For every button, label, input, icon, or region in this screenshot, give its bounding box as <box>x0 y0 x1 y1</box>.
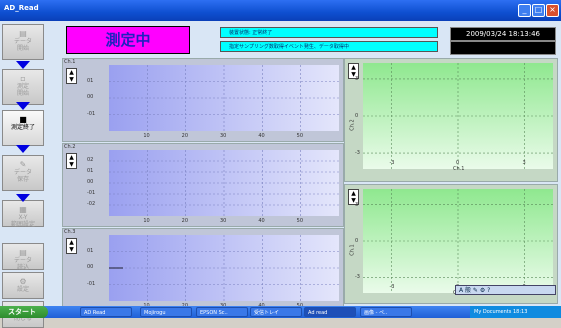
status-indicator: 測定中 <box>66 26 190 54</box>
y-tick-label: 01 <box>87 168 94 174</box>
flow-arrow-icon <box>16 61 30 69</box>
waveform-plot <box>109 65 339 131</box>
title-bar: AD_Read _ □ × <box>0 0 561 21</box>
y-tick-label: 01 <box>87 247 94 254</box>
blank-display <box>450 41 556 55</box>
y-tick-label: 0 <box>355 113 359 119</box>
x-tick-label: 30 <box>220 133 227 139</box>
x-tick-label: -3 <box>389 284 395 290</box>
channel-panel: Ch.1 ▲ ▼ 01 00 -01 10 20 30 40 50 <box>62 58 344 142</box>
sidebar-button-icon: ■ <box>19 115 27 124</box>
y-axis-label: Ch.1 <box>349 244 356 256</box>
y-tick-label: -01 <box>87 110 96 117</box>
y-tick-label: 3 <box>355 201 359 208</box>
taskbar-item[interactable]: Ad read <box>304 307 356 317</box>
x-tick-label: 50 <box>296 218 304 224</box>
range-spinner[interactable]: ▲ ▼ <box>66 68 77 84</box>
app-window: AD_Read _ □ × ▤ データ 開始 ▫ 測定 開始 ■ 測定終了 ✎ データ 保存 ▦… <box>0 0 561 328</box>
x-tick-label: -3 <box>389 160 395 166</box>
sidebar-button-label: 測定 開始 <box>16 83 29 97</box>
start-button[interactable]: スタート <box>0 306 48 318</box>
sidebar-button-0[interactable]: ▤ データ 開始 <box>2 24 44 60</box>
flow-arrow-icon <box>16 145 30 153</box>
range-spinner[interactable]: ▲ ▼ <box>66 238 77 254</box>
window-title: AD_Read <box>4 4 39 12</box>
event-message: 指定サンプリング数取得イベント発生、データ取得中 <box>220 41 438 52</box>
sidebar-button-label: 設定 <box>16 286 29 293</box>
channel-panel: Ch.2 ▲ ▼ 02 01 00 -01 -02 10 20 30 40 50 <box>62 143 344 227</box>
sidebar-button-icon: ✎ <box>19 160 27 169</box>
channel-panel: Ch.3▲ ▼0100-011020304050 <box>62 228 344 312</box>
sidebar-button-icon: ▤ <box>19 29 27 38</box>
sidebar-button-4[interactable]: ▦ X-Y 範囲設定 <box>2 200 44 228</box>
xy-panel: ▲ ▼ 3 0 -3 Ch.2 -3 0 3 Ch.1 <box>344 58 558 182</box>
y-tick-label: -3 <box>355 150 360 157</box>
y-tick-label: 0 <box>355 238 359 244</box>
datetime-display: 2009/03/24 18:13:46 <box>450 27 556 41</box>
y-tick-label: 00 <box>87 179 94 185</box>
channel-label: Ch.2 <box>64 144 76 150</box>
y-tick-label: 02 <box>87 157 94 163</box>
channel-label: Ch.3 <box>64 229 76 235</box>
taskbar-item[interactable]: AD Read <box>80 307 132 317</box>
plot-grid <box>109 150 339 216</box>
xy-grid <box>363 63 553 169</box>
y-tick-label: 00 <box>87 94 94 100</box>
x-axis-label: Ch.1 <box>453 166 465 172</box>
plot-grid <box>109 65 339 131</box>
ime-toolbar[interactable]: A 般 ✎ ⚙ ? <box>455 285 556 295</box>
flow-arrow-icon <box>16 102 30 110</box>
close-button[interactable]: × <box>546 4 559 17</box>
y-tick-label: -3 <box>355 274 360 281</box>
sidebar-button-icon: ▦ <box>19 205 27 214</box>
xy-plot <box>363 63 553 169</box>
sidebar-button-label: データ 保存 <box>13 169 32 183</box>
y-tick-label: 00 <box>87 264 94 270</box>
x-tick-label: 30 <box>220 218 227 224</box>
plot-grid <box>109 235 339 301</box>
sidebar-button-label: データ 読込 <box>13 257 32 271</box>
sidebar-button-6[interactable]: ⚙ 設定 <box>2 272 44 299</box>
y-tick-label: 3 <box>355 75 359 82</box>
x-tick-label: 40 <box>258 218 265 224</box>
taskbar-item[interactable]: 画像 - ペ.. <box>360 307 412 317</box>
sidebar-button-3[interactable]: ✎ データ 保存 <box>2 155 44 191</box>
y-axis-label: Ch.2 <box>349 119 356 131</box>
x-tick-label: 50 <box>296 133 304 139</box>
sidebar-button-5[interactable]: ▤ データ 読込 <box>2 243 44 271</box>
x-tick-label: 10 <box>143 133 150 139</box>
waveform-plot <box>109 150 339 216</box>
maximize-button[interactable]: □ <box>532 4 545 17</box>
sidebar-button-label: データ 開始 <box>13 38 32 52</box>
sidebar-button-icon: ▫ <box>20 74 26 83</box>
sidebar-button-2[interactable]: ■ 測定終了 <box>2 110 44 146</box>
system-tray: My Documents 18:13 <box>470 306 561 318</box>
sidebar-button-1[interactable]: ▫ 測定 開始 <box>2 69 44 105</box>
taskbar-item[interactable]: 受信トレイ <box>250 307 302 317</box>
taskbar-item[interactable]: Mojirogu <box>140 307 192 317</box>
x-tick-label: 10 <box>143 218 150 224</box>
x-tick-label: 20 <box>181 218 189 224</box>
x-tick-label: 3 <box>522 160 526 166</box>
y-tick-label: -01 <box>87 280 96 287</box>
taskbar: スタート AD Read Mojirogu EPSON Sc.. 受信トレイ Ad re… <box>0 306 561 318</box>
waveform-plot <box>109 235 339 301</box>
y-tick-label: 01 <box>87 77 94 84</box>
minimize-button[interactable]: _ <box>518 4 531 17</box>
flow-arrow-icon <box>16 194 30 202</box>
x-tick-label: 20 <box>181 133 189 139</box>
sidebar-button-label: X-Y 範囲設定 <box>10 214 35 228</box>
xy-plot <box>363 189 553 293</box>
y-tick-label: -02 <box>87 201 96 207</box>
sidebar-button-icon: ⚙ <box>19 277 27 286</box>
xy-grid <box>363 189 553 293</box>
status-message: 装置状態: 正常終了 <box>220 27 438 38</box>
sidebar-button-label: 測定終了 <box>10 124 35 131</box>
sidebar-button-icon: ▤ <box>19 248 27 257</box>
x-tick-label: 40 <box>258 133 265 139</box>
y-tick-label: -01 <box>87 190 96 196</box>
taskbar-item[interactable]: EPSON Sc.. <box>196 307 248 317</box>
range-spinner[interactable]: ▲ ▼ <box>66 153 77 169</box>
channel-label: Ch.1 <box>64 59 76 65</box>
